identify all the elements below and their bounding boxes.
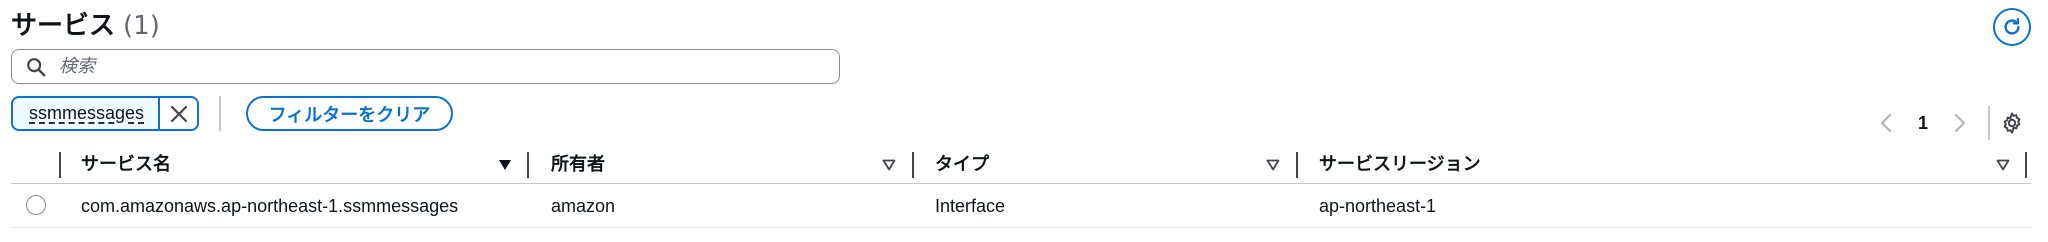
cell-type: Interface (935, 196, 1006, 216)
cell-owner: amazon (551, 196, 616, 216)
caret-down-outline-icon[interactable] (881, 157, 897, 173)
column-header-service-name[interactable]: サービス名 (81, 153, 171, 177)
search-input[interactable] (59, 56, 839, 77)
chevron-right-icon (1954, 113, 1966, 133)
cell-service-name: com.amazonaws.ap-northeast-1.ssmmessages (81, 196, 459, 216)
column-divider (59, 152, 61, 178)
row-select-radio[interactable] (26, 195, 46, 215)
column-divider[interactable] (2025, 152, 2027, 178)
search-icon (27, 57, 46, 76)
page-title: サービス (1) (11, 9, 160, 43)
pagination-divider (1988, 106, 1990, 140)
clear-filters-button[interactable]: フィルターをクリア (246, 96, 453, 131)
column-divider[interactable] (527, 152, 529, 178)
column-header-service-region[interactable]: サービスリージョン (1319, 153, 1481, 177)
caret-down-outline-icon[interactable] (1995, 157, 2011, 173)
search-field[interactable] (11, 49, 840, 84)
page-title-text: サービス (11, 11, 116, 41)
preferences-button[interactable] (1999, 110, 2025, 136)
toolbar-divider (219, 96, 221, 131)
filter-token: ssmmessages (11, 96, 200, 131)
chevron-left-icon (1880, 113, 1892, 133)
table-header: サービス名 所有者 タイプ サービスリージョン (11, 149, 2031, 184)
table-row[interactable]: com.amazonaws.ap-northeast-1.ssmmessages… (11, 186, 2031, 228)
column-header-type[interactable]: タイプ (935, 153, 989, 177)
filter-token-label[interactable]: ssmmessages (13, 98, 158, 129)
page-number-button[interactable]: 1 (1912, 111, 1934, 135)
column-header-owner[interactable]: 所有者 (551, 153, 605, 177)
services-panel: サービス(1) ssmmessages フィルターをクリア 1 (0, 0, 2048, 242)
refresh-icon (2004, 18, 2020, 35)
column-divider[interactable] (1296, 152, 1298, 178)
filter-token-dismiss-button[interactable] (158, 98, 198, 129)
gear-icon (2003, 112, 2021, 134)
previous-page-button[interactable] (1876, 111, 1896, 135)
next-page-button[interactable] (1950, 111, 1970, 135)
caret-down-outline-icon[interactable] (1265, 157, 1281, 173)
column-divider[interactable] (912, 152, 914, 178)
item-count: (1) (123, 11, 160, 41)
caret-down-filled-icon[interactable] (497, 157, 513, 173)
cell-service-region: ap-northeast-1 (1319, 196, 1437, 216)
close-icon (170, 105, 187, 122)
refresh-button[interactable] (1993, 8, 2031, 46)
